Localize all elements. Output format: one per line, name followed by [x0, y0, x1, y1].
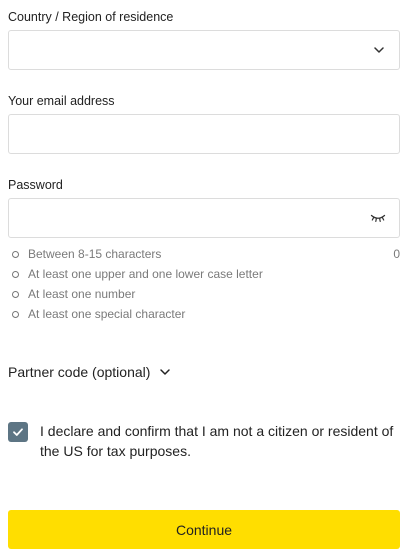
country-label: Country / Region of residence	[8, 10, 174, 24]
password-label: Password	[8, 178, 63, 192]
password-rule-text: At least one number	[28, 287, 136, 301]
email-label: Your email address	[8, 94, 115, 108]
circle-bullet-icon	[12, 290, 19, 298]
password-rule: Between 8-15 characters 0	[12, 244, 400, 264]
us-tax-declaration: I declare and confirm that I am not a ci…	[8, 421, 404, 461]
password-rule: At least one special character	[12, 304, 400, 324]
email-field[interactable]	[8, 114, 400, 154]
chevron-down-icon[interactable]	[373, 44, 385, 56]
eye-closed-icon[interactable]	[370, 211, 386, 225]
password-rule-text: Between 8-15 characters	[28, 247, 162, 261]
email-input[interactable]	[9, 115, 349, 153]
password-input[interactable]	[9, 199, 349, 237]
password-rules: Between 8-15 characters 0 At least one u…	[12, 244, 400, 324]
password-field[interactable]	[8, 198, 400, 238]
declaration-checkbox[interactable]	[8, 422, 28, 442]
circle-bullet-icon	[12, 270, 19, 278]
declaration-text: I declare and confirm that I am not a ci…	[40, 423, 394, 459]
partner-code-label: Partner code (optional)	[8, 364, 151, 380]
circle-bullet-icon	[12, 250, 19, 258]
circle-bullet-icon	[12, 310, 19, 318]
continue-button[interactable]: Continue	[8, 510, 400, 549]
country-select[interactable]	[8, 30, 400, 70]
password-rule: At least one number	[12, 284, 400, 304]
checkmark-icon	[13, 428, 23, 436]
password-rule-text: At least one upper and one lower case le…	[28, 267, 263, 281]
country-select-value[interactable]	[9, 31, 349, 69]
chevron-down-icon	[160, 369, 171, 375]
password-rule: At least one upper and one lower case le…	[12, 264, 400, 284]
password-rule-text: At least one special character	[28, 307, 186, 321]
partner-code-toggle[interactable]: Partner code (optional)	[8, 364, 171, 380]
password-char-count: 0	[393, 247, 400, 261]
